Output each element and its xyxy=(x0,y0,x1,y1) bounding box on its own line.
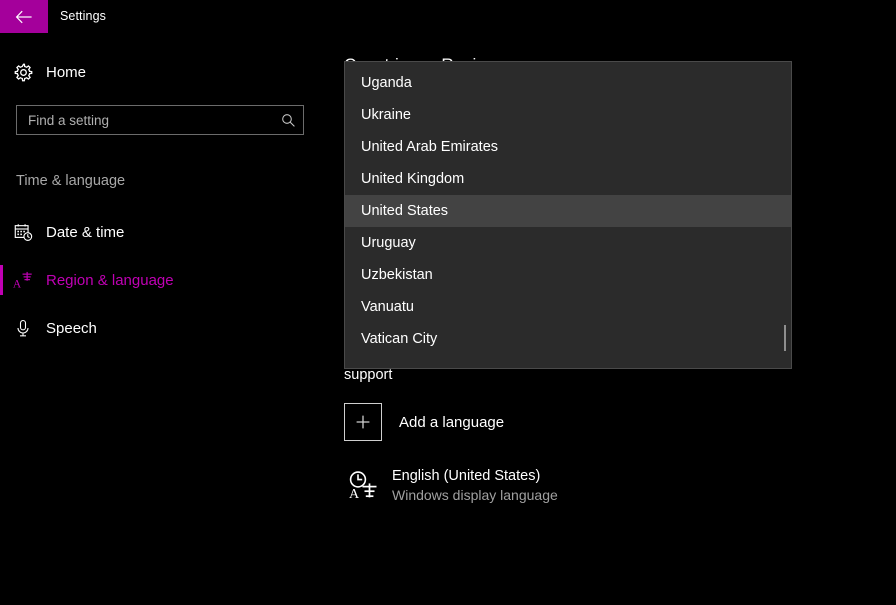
dropdown-option[interactable]: Vatican City xyxy=(345,323,791,355)
dropdown-option[interactable]: United Arab Emirates xyxy=(345,131,791,163)
sidebar-item-label: Date & time xyxy=(46,223,125,241)
sidebar-item-region-language[interactable]: A Region & language xyxy=(0,256,340,304)
country-or-region-dropdown[interactable]: Uganda Ukraine United Arab Emirates Unit… xyxy=(344,61,792,369)
language-text-block: English (United States) Windows display … xyxy=(392,466,558,505)
dropdown-option[interactable]: Vanuatu xyxy=(345,291,791,323)
dropdown-scrollbar[interactable] xyxy=(782,67,788,365)
language-character-icon: A xyxy=(342,465,386,505)
sidebar-item-speech[interactable]: Speech xyxy=(0,304,340,352)
language-icon: A xyxy=(0,269,46,291)
language-subtitle: Windows display language xyxy=(392,486,558,503)
selection-indicator xyxy=(0,313,3,343)
sidebar-item-date-time[interactable]: Date & time xyxy=(0,208,340,256)
sidebar-item-label: Region & language xyxy=(46,271,174,289)
dropdown-option[interactable]: Ukraine xyxy=(345,99,791,131)
selection-indicator xyxy=(0,265,3,295)
calendar-clock-icon xyxy=(0,222,46,243)
dropdown-option[interactable]: United Kingdom xyxy=(345,163,791,195)
sidebar-nav-list: Date & time A Region & language Speech xyxy=(0,208,340,352)
language-name: English (United States) xyxy=(392,467,541,484)
search-box[interactable] xyxy=(16,105,304,135)
dropdown-option-selected[interactable]: United States xyxy=(345,195,791,227)
selection-indicator xyxy=(0,217,3,247)
svg-text:A: A xyxy=(13,278,22,290)
dropdown-option[interactable]: Uganda xyxy=(345,67,791,99)
language-list-item[interactable]: A English (United States) Windows displa… xyxy=(342,465,558,505)
add-language-button[interactable]: Add a language xyxy=(344,403,504,441)
back-button[interactable] xyxy=(0,0,48,33)
dropdown-option[interactable]: Uruguay xyxy=(345,227,791,259)
back-arrow-icon xyxy=(15,10,33,24)
dropdown-option[interactable]: Uzbekistan xyxy=(345,259,791,291)
sidebar-item-label: Speech xyxy=(46,319,97,337)
gear-icon xyxy=(0,62,46,83)
dropdown-option-list: Uganda Ukraine United Arab Emirates Unit… xyxy=(345,62,791,355)
support-text: support xyxy=(344,367,393,383)
microphone-icon xyxy=(0,318,46,339)
sidebar-item-home[interactable]: Home xyxy=(0,55,340,89)
sidebar: Home Time & language xyxy=(0,33,340,605)
title-bar: Settings xyxy=(0,0,896,33)
search-icon[interactable] xyxy=(273,113,303,128)
sidebar-section-label: Time & language xyxy=(16,173,126,189)
sidebar-home-label: Home xyxy=(46,63,87,81)
window-title: Settings xyxy=(60,9,106,23)
add-language-label: Add a language xyxy=(399,413,505,431)
plus-icon xyxy=(344,403,382,441)
svg-text:A: A xyxy=(349,487,360,501)
dropdown-scrollbar-thumb[interactable] xyxy=(784,325,786,351)
search-input[interactable] xyxy=(17,106,273,134)
